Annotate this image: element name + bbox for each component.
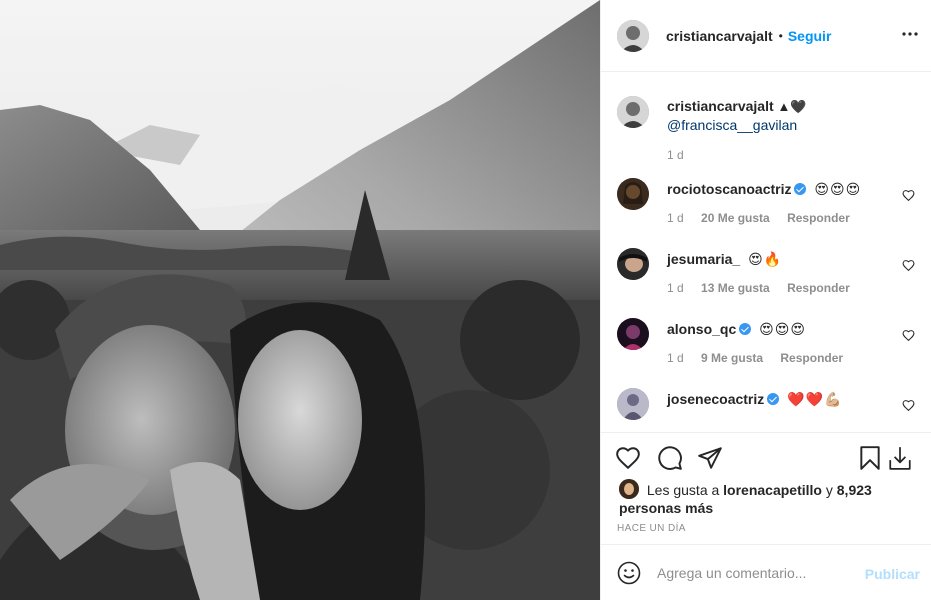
comment-bubble-icon[interactable] [657,445,683,471]
post-side-panel: cristiancarvajalt • Seguir cristiancarva… [600,0,931,600]
commenter-avatar[interactable] [617,248,649,280]
comment-item: josenecoactriz ❤️❤️💪🏼 [617,388,917,432]
comment-line: alonso_qc 😍😍😍 [667,321,806,338]
caption-emoji: ▲🖤 [777,99,807,114]
post-photo[interactable] [0,0,600,600]
publish-button[interactable]: Publicar [865,566,920,582]
commenter-avatar[interactable] [617,178,649,210]
comments-list[interactable]: cristiancarvajalt ▲🖤 @francisca__gavilan… [601,72,931,432]
liker-avatar-image [619,479,639,499]
comment-text: 😍😍😍 [814,181,862,197]
caption-timestamp[interactable]: 1 d [667,148,684,162]
comment-like-heart-icon[interactable] [902,259,915,272]
smiley-icon[interactable] [617,561,641,585]
more-options-icon[interactable] [902,26,918,42]
post-header: cristiancarvajalt • Seguir [601,0,931,72]
caption-avatar-image [617,96,649,128]
commenter-username[interactable]: rociotoscanoactriz [667,181,791,197]
liked-by-prefix: Les gusta a [646,482,720,498]
post-actions: Les gusta a lorenacapetillo y 8,923 pers… [601,432,931,544]
commenter-avatar-image [617,178,649,210]
liked-by-summary: Les gusta a lorenacapetillo y 8,923 pers… [619,479,919,517]
comment-text: 😍😍😍 [759,321,806,337]
commenter-avatar[interactable] [617,318,649,350]
commenter-avatar-image [617,388,649,420]
commenter-avatar-image [617,248,649,280]
verified-badge-icon [739,323,752,335]
caption-body: cristiancarvajalt ▲🖤 @francisca__gavilan [667,97,917,134]
author-avatar-image [617,19,649,52]
comment-line: jesumaria_ 😍🔥 [667,251,782,268]
verified-badge-icon [794,183,807,195]
liked-by-joiner: y [825,482,833,498]
comment-item: alonso_qc 😍😍😍 1 d 9 Me gusta Responder [617,318,917,374]
comment-like-heart-icon[interactable] [902,189,915,202]
reply-button[interactable]: Responder [787,281,850,295]
bookmark-icon[interactable] [857,445,883,471]
post-timestamp[interactable]: HACE UN DÍA [617,523,686,534]
add-comment-bar: Publicar [601,544,931,600]
reply-button[interactable]: Responder [780,351,843,365]
selfie-mountain-photo [0,0,600,600]
comment-like-heart-icon[interactable] [902,399,915,412]
commenter-avatar[interactable] [617,388,649,420]
caption-text: cristiancarvajalt ▲🖤 [667,97,917,116]
header-separator: • [778,28,783,43]
reply-button[interactable]: Responder [787,211,850,225]
heart-icon[interactable] [615,445,641,471]
comment-item: rociotoscanoactriz 😍😍😍 1 d 20 Me gusta R… [617,178,917,234]
comment-meta: 1 d 13 Me gusta Responder [667,281,864,295]
author-avatar[interactable] [617,19,649,52]
comment-text: 😍🔥 [748,251,783,267]
comment-line: rociotoscanoactriz 😍😍😍 [667,181,861,198]
commenter-username[interactable]: jesumaria_ [667,251,740,267]
commenter-avatar-image [617,318,649,350]
comment-time[interactable]: 1 d [667,351,684,365]
instagram-post: cristiancarvajalt • Seguir cristiancarva… [0,0,931,600]
comment-item: jesumaria_ 😍🔥 1 d 13 Me gusta Responder [617,248,917,304]
commenter-username[interactable]: alonso_qc [667,321,736,337]
caption-username[interactable]: cristiancarvajalt [667,98,774,114]
comment-time[interactable]: 1 d [667,211,684,225]
author-username[interactable]: cristiancarvajalt [666,28,773,44]
comment-likes[interactable]: 13 Me gusta [701,281,770,295]
comment-likes[interactable]: 20 Me gusta [701,211,770,225]
comment-meta: 1 d 20 Me gusta Responder [667,211,864,225]
comment-line: josenecoactriz ❤️❤️💪🏼 [667,391,842,408]
comment-text: ❤️❤️💪🏼 [787,391,843,407]
paper-plane-icon[interactable] [697,445,723,471]
follow-button[interactable]: Seguir [788,28,832,44]
comment-likes[interactable]: 9 Me gusta [701,351,763,365]
liker-avatar[interactable] [619,479,639,499]
verified-badge-icon [767,393,780,405]
comment-like-heart-icon[interactable] [902,329,915,342]
commenter-username[interactable]: josenecoactriz [667,391,764,407]
comment-input[interactable] [657,564,852,581]
download-icon[interactable] [887,445,913,471]
comment-meta: 1 d 9 Me gusta Responder [667,351,857,365]
liked-by-user-link[interactable]: lorenacapetillo [723,482,822,498]
caption-avatar[interactable] [617,96,649,128]
comment-time[interactable]: 1 d [667,281,684,295]
caption-mention-link[interactable]: @francisca__gavilan [667,116,917,134]
